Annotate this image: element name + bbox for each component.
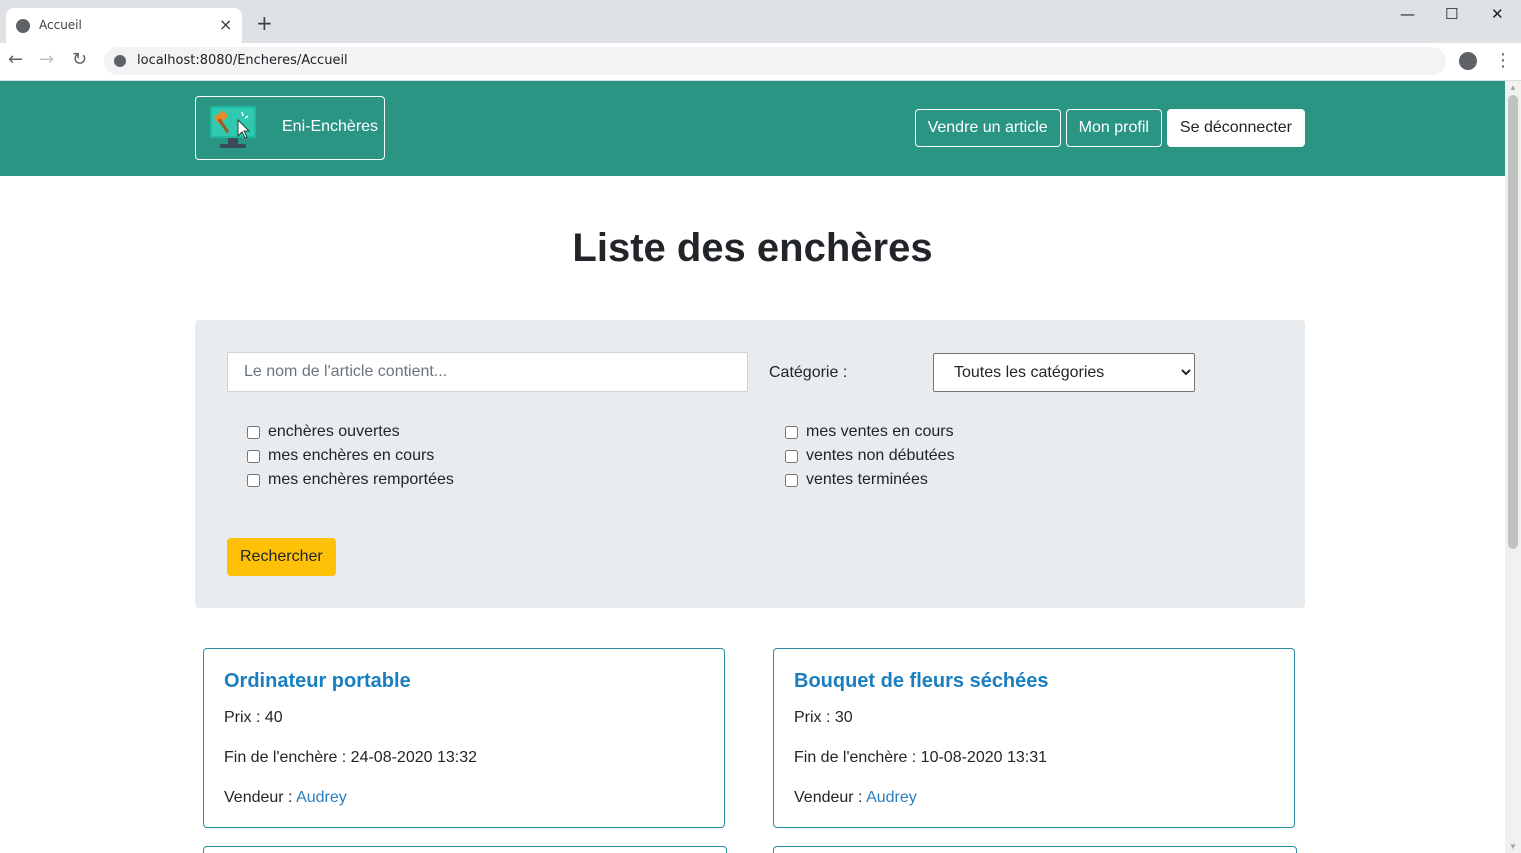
checkbox[interactable] xyxy=(785,449,798,463)
check-sales-not-started[interactable]: ventes non débutées xyxy=(785,444,955,468)
reload-icon[interactable]: ↻ xyxy=(72,50,87,70)
card-seller: Vendeur : Audrey xyxy=(794,789,917,807)
checkbox[interactable] xyxy=(247,449,260,463)
card-title-link[interactable]: Bouquet de fleurs séchées xyxy=(794,670,1049,693)
address-text[interactable]: localhost:8080/Encheres/Accueil xyxy=(137,53,348,68)
globe-icon xyxy=(16,19,30,33)
card-seller: Vendeur : Audrey xyxy=(224,789,347,807)
search-button[interactable]: Rechercher xyxy=(227,538,336,576)
browser-tabstrip: Accueil × + — ☐ ✕ xyxy=(0,0,1521,43)
auction-card: Ordinateur portable Prix : 40 Fin de l'e… xyxy=(203,648,725,828)
address-bar[interactable]: localhost:8080/Encheres/Accueil xyxy=(104,47,1446,75)
filter-panel: Catégorie : Toutes les catégories enchèr… xyxy=(195,320,1305,608)
search-input[interactable] xyxy=(227,352,748,392)
page-title: Liste des enchères xyxy=(572,226,933,270)
browser-toolbar: ← → ↻ localhost:8080/Encheres/Accueil ⋮ xyxy=(0,43,1521,81)
new-tab-icon[interactable]: + xyxy=(256,13,273,33)
sales-filters: mes ventes en cours ventes non débutées … xyxy=(785,420,955,492)
checkbox[interactable] xyxy=(247,425,260,439)
forward-icon[interactable]: → xyxy=(39,50,54,70)
card-price: Prix : 30 xyxy=(794,709,853,726)
brand-link[interactable]: Eni-Enchères xyxy=(195,96,385,160)
brand-name: Eni-Enchères xyxy=(282,118,379,135)
auction-card-partial xyxy=(203,846,727,853)
checkbox-label: ventes terminées xyxy=(806,471,928,488)
category-select[interactable]: Toutes les catégories xyxy=(933,353,1195,392)
navbar-actions: Vendre un article Mon profil Se déconnec… xyxy=(914,109,1305,147)
check-my-won-auctions[interactable]: mes enchères remportées xyxy=(247,468,454,492)
check-my-current-sales[interactable]: mes ventes en cours xyxy=(785,420,955,444)
card-title-link[interactable]: Ordinateur portable xyxy=(224,670,411,693)
checkbox-label: mes ventes en cours xyxy=(806,423,954,440)
window-close-icon[interactable]: ✕ xyxy=(1491,5,1504,23)
category-label: Catégorie : xyxy=(769,364,848,381)
tab-title: Accueil xyxy=(39,18,82,32)
minimize-icon[interactable]: — xyxy=(1400,5,1415,23)
auction-card-partial xyxy=(773,846,1297,853)
scroll-up-icon[interactable]: ▲ xyxy=(1509,83,1517,92)
checkbox-label: mes enchères en cours xyxy=(268,447,435,464)
card-price: Prix : 40 xyxy=(224,709,283,726)
checkbox-label: enchères ouvertes xyxy=(268,423,400,440)
checkbox[interactable] xyxy=(247,473,260,487)
checkbox[interactable] xyxy=(785,425,798,439)
tab-close-icon[interactable]: × xyxy=(219,15,232,34)
site-navbar: Eni-Enchères Vendre un article Mon profi… xyxy=(0,81,1505,176)
card-end-date: Fin de l'enchère : 10-08-2020 13:31 xyxy=(794,749,1048,766)
page-scrollbar[interactable]: ▲ ▼ xyxy=(1505,81,1521,853)
card-end-date: Fin de l'enchère : 24-08-2020 13:32 xyxy=(224,749,478,766)
browser-tab[interactable]: Accueil × xyxy=(6,8,242,43)
menu-icon[interactable]: ⋮ xyxy=(1494,50,1512,71)
check-open-auctions[interactable]: enchères ouvertes xyxy=(247,420,454,444)
sell-article-button[interactable]: Vendre un article xyxy=(914,109,1061,147)
maximize-icon[interactable]: ☐ xyxy=(1445,5,1458,23)
purchase-filters: enchères ouvertes mes enchères en cours … xyxy=(247,420,454,492)
back-icon[interactable]: ← xyxy=(8,50,23,70)
checkbox[interactable] xyxy=(785,473,798,487)
check-my-current-auctions[interactable]: mes enchères en cours xyxy=(247,444,454,468)
info-icon[interactable] xyxy=(114,55,126,67)
auction-card: Bouquet de fleurs séchées Prix : 30 Fin … xyxy=(773,648,1295,828)
checkbox-label: ventes non débutées xyxy=(806,447,955,464)
page-viewport: Eni-Enchères Vendre un article Mon profi… xyxy=(0,81,1505,853)
profile-icon[interactable] xyxy=(1459,52,1477,70)
seller-link[interactable]: Audrey xyxy=(296,789,347,806)
logout-button[interactable]: Se déconnecter xyxy=(1166,109,1305,147)
scroll-down-icon[interactable]: ▼ xyxy=(1509,842,1517,851)
auction-logo-icon xyxy=(210,106,256,148)
scroll-thumb[interactable] xyxy=(1508,95,1518,549)
check-sales-ended[interactable]: ventes terminées xyxy=(785,468,955,492)
seller-label: Vendeur : xyxy=(794,789,867,806)
checkbox-label: mes enchères remportées xyxy=(268,471,454,488)
my-profile-button[interactable]: Mon profil xyxy=(1065,109,1162,147)
seller-label: Vendeur : xyxy=(224,789,297,806)
seller-link[interactable]: Audrey xyxy=(866,789,917,806)
